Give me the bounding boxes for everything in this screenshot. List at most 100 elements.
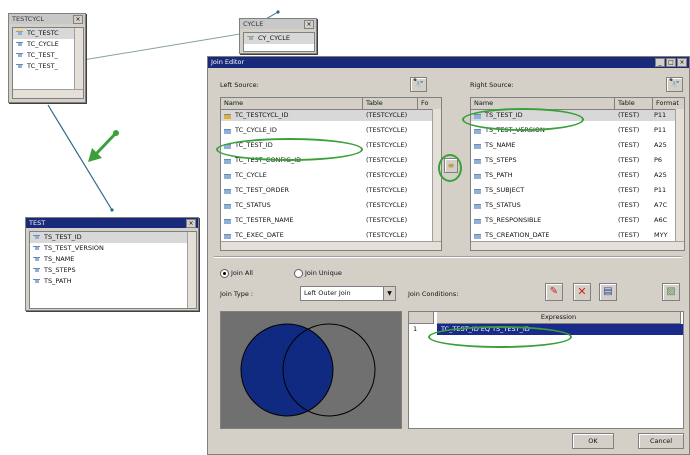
test-title-bar[interactable]: TEST × <box>26 218 198 228</box>
cell-format: A25 <box>654 171 667 179</box>
chevron-down-icon[interactable]: ▼ <box>383 287 395 300</box>
table-row[interactable]: TS_SUBJECT (TEST) P11 <box>471 185 676 196</box>
field-icon <box>16 42 23 48</box>
cell-name: TC_TESTER_NAME <box>235 216 294 224</box>
list-item[interactable]: CY_CYCLE <box>244 33 314 44</box>
join-unique-radio[interactable] <box>294 269 303 278</box>
find-icon[interactable]: 🔭 <box>410 77 427 92</box>
column-header-table[interactable]: Table <box>615 98 653 110</box>
cell-format: P11 <box>654 126 667 134</box>
table-row[interactable]: TS_PATH (TEST) A25 <box>471 170 676 181</box>
list-item[interactable]: TC_TEST_ <box>13 50 83 61</box>
join-editor-window[interactable]: Join Editor × □ _ Left Source: 🔭 Name Ta… <box>207 56 690 455</box>
field-icon <box>33 268 40 274</box>
ok-button[interactable]: OK <box>572 433 614 449</box>
cell-table: (TEST) <box>618 216 640 224</box>
vertical-scrollbar[interactable] <box>675 109 684 242</box>
column-header-name[interactable]: Name <box>221 98 363 110</box>
join-all-label[interactable]: Join All <box>231 269 253 277</box>
table-row[interactable]: TS_CREATION_DATE (TEST) MYY <box>471 230 676 241</box>
cell-table: (TESTCYCLE) <box>366 141 408 149</box>
table-row[interactable]: TS_RESPONSIBLE (TEST) A6C <box>471 215 676 226</box>
image-icon[interactable]: ▨ <box>662 283 680 301</box>
table-row[interactable]: TS_NAME (TEST) A25 <box>471 140 676 151</box>
condition-properties-icon[interactable]: ▤ <box>599 283 617 301</box>
list-item[interactable]: TC_CYCLE <box>13 39 83 50</box>
horizontal-scrollbar[interactable] <box>471 241 684 250</box>
maximize-icon[interactable]: □ <box>666 58 676 67</box>
cell-name: TS_NAME <box>485 141 516 149</box>
highlight-left-field <box>216 138 363 161</box>
cell-table: (TEST) <box>618 171 640 179</box>
testcycl-field-list[interactable]: TC_TESTC TC_CYCLE TC_TEST_ TC_TEST_ <box>12 27 84 99</box>
table-row[interactable]: TC_CYCLE_ID (TESTCYCLE) <box>221 125 433 136</box>
horizontal-scrollbar[interactable] <box>221 241 441 250</box>
table-row[interactable]: TC_TESTER_NAME (TESTCYCLE) <box>221 215 433 226</box>
field-icon <box>224 234 231 239</box>
field-icon <box>474 234 481 239</box>
table-row[interactable]: TS_STEPS (TEST) P6 <box>471 155 676 166</box>
join-editor-title-bar[interactable]: Join Editor × □ _ <box>208 57 689 68</box>
cell-table: (TESTCYCLE) <box>366 156 408 164</box>
cell-format: P6 <box>654 156 663 164</box>
minimize-icon[interactable]: _ <box>655 58 665 67</box>
list-item[interactable]: TC_TEST_ <box>13 61 83 72</box>
close-icon[interactable]: × <box>677 58 687 67</box>
cell-name: TC_CYCLE <box>235 171 267 179</box>
close-icon[interactable]: × <box>73 15 83 24</box>
close-icon[interactable]: × <box>304 20 314 29</box>
test-table-window[interactable]: TEST × TS_TEST_ID TS_TEST_VERSION TS_NAM… <box>25 217 199 311</box>
cycle-title-bar[interactable]: CYCLE × <box>240 19 316 29</box>
edit-condition-icon[interactable]: ✎ <box>545 283 563 301</box>
horizontal-scrollbar[interactable] <box>13 89 83 98</box>
list-item[interactable]: TS_TEST_VERSION <box>30 243 196 254</box>
cycle-table-window[interactable]: CYCLE × CY_CYCLE <box>239 18 317 54</box>
cell-table: (TEST) <box>618 111 640 119</box>
vertical-scrollbar[interactable] <box>187 232 196 308</box>
join-unique-label[interactable]: Join Unique <box>305 269 342 277</box>
field-icon <box>33 246 40 252</box>
test-field-list[interactable]: TS_TEST_ID TS_TEST_VERSION TS_NAME TS_ST… <box>29 231 197 309</box>
table-row[interactable]: TC_TESTCYCL_ID (TESTCYCLE) <box>221 110 433 121</box>
field-icon <box>33 235 40 241</box>
test-title: TEST <box>29 219 46 227</box>
list-item[interactable]: TC_TESTC <box>13 28 83 39</box>
right-source-label: Right Source: <box>470 81 514 89</box>
list-item[interactable]: TS_NAME <box>30 254 196 265</box>
cycle-title: CYCLE <box>243 20 264 28</box>
testcycl-table-window[interactable]: TESTCYCL × TC_TESTC TC_CYCLE TC_TEST_ TC… <box>8 13 86 103</box>
list-item[interactable]: TS_STEPS <box>30 265 196 276</box>
expression-header[interactable]: Expression <box>437 312 681 324</box>
list-item[interactable]: TS_TEST_ID <box>30 232 196 243</box>
table-row[interactable]: TC_EXEC_DATE (TESTCYCLE) <box>221 230 433 241</box>
testcycl-title-bar[interactable]: TESTCYCL × <box>9 14 85 24</box>
left-source-grid[interactable]: Name Table Fo TC_TESTCYCL_ID (TESTCYCLE) T… <box>220 97 442 251</box>
cell-table: (TEST) <box>618 126 640 134</box>
field-icon <box>474 159 481 164</box>
vertical-scrollbar[interactable] <box>74 28 83 90</box>
cycle-field-list[interactable]: CY_CYCLE <box>243 32 315 52</box>
cell-name: TS_CREATION_DATE <box>485 231 550 239</box>
close-icon[interactable]: × <box>186 219 196 228</box>
table-row[interactable]: TC_STATUS (TESTCYCLE) <box>221 200 433 211</box>
cell-name: TS_RESPONSIBLE <box>485 216 542 224</box>
cell-table: (TESTCYCLE) <box>366 201 408 209</box>
delete-condition-icon[interactable]: ✕ <box>573 283 591 301</box>
table-row[interactable]: TC_TEST_ORDER (TESTCYCLE) <box>221 185 433 196</box>
column-header-table[interactable]: Table <box>363 98 418 110</box>
list-item[interactable]: TS_PATH <box>30 276 196 287</box>
join-conditions-label: Join Conditions: <box>408 290 459 298</box>
field-icon <box>224 189 231 194</box>
join-all-radio[interactable] <box>220 269 229 278</box>
field-icon <box>474 204 481 209</box>
left-source-label: Left Source: <box>220 81 259 89</box>
cell-table: (TESTCYCLE) <box>366 216 408 224</box>
cell-format: P11 <box>654 111 667 119</box>
table-row[interactable]: TS_STATUS (TEST) A7C <box>471 200 676 211</box>
field-icon <box>33 257 40 263</box>
join-type-select[interactable]: Left Outer Join ▼ <box>300 286 396 301</box>
find-icon[interactable]: 🔭 <box>666 77 683 92</box>
table-row[interactable]: TC_CYCLE (TESTCYCLE) <box>221 170 433 181</box>
field-icon <box>33 279 40 285</box>
cancel-button[interactable]: Cancel <box>638 433 684 449</box>
